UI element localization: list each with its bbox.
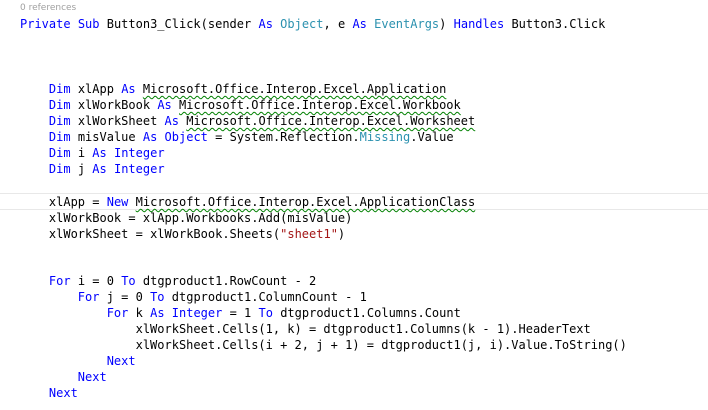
code-editor[interactable]: 0 references Private Sub Button3_Click(s… [0, 0, 708, 410]
loop-init-j: j = 0 [106, 290, 143, 304]
code-line-header-text[interactable]: xlWorkSheet.Cells(1, k) = dtgproduct1.Co… [20, 321, 591, 337]
keyword-dim: Dim [48, 98, 71, 112]
keyword-sub: Sub [77, 17, 100, 31]
type-missing: Missing [359, 130, 411, 144]
type-integer: Integer [113, 146, 165, 160]
workbooks-add-expr: = xlApp.Workbooks.Add(misValue) [128, 211, 353, 225]
code-line-sub-declaration[interactable]: Private Sub Button3_Click(sender As Obje… [20, 16, 605, 32]
keyword-next: Next [106, 354, 136, 368]
header-assign-expr: xlWorkSheet.Cells(1, k) = dtgproduct1.Co… [135, 322, 591, 336]
type-object-keyword: Object [164, 130, 208, 144]
keyword-for: For [77, 290, 100, 304]
keyword-for: For [106, 306, 129, 320]
var-i: i [77, 146, 86, 160]
keyword-dim: Dim [48, 82, 71, 96]
code-line-next-k[interactable]: Next [20, 353, 136, 369]
codelens-references[interactable]: 0 references [20, 3, 76, 13]
close-paren: ) [439, 17, 447, 31]
var-xlapp: xlApp [48, 195, 86, 209]
value-assign-expr: xlWorkSheet.Cells(i + 2, j + 1) = dtgpro… [135, 338, 627, 352]
system-reflection: = System.Reflection. [215, 130, 360, 144]
keyword-next: Next [48, 386, 78, 400]
dot-value: .Value [410, 130, 454, 144]
keyword-as: As [258, 17, 273, 31]
keyword-for: For [48, 274, 71, 288]
keyword-as: As [142, 130, 158, 144]
var-xlworksheet: xlWorkSheet [77, 114, 158, 128]
keyword-to: To [150, 290, 165, 304]
code-line-for-i[interactable]: For i = 0 To dtgproduct1.RowCount - 2 [20, 273, 316, 289]
equals: = [92, 195, 100, 209]
keyword-as: As [92, 162, 107, 176]
var-misvalue: misValue [77, 130, 136, 144]
type-excel-applicationclass: Microsoft.Office.Interop.Excel.Applicati… [135, 195, 476, 209]
type-excel-application: Microsoft.Office.Interop.Excel.Applicati… [142, 82, 447, 96]
param-e: , e [323, 17, 346, 31]
code-line-for-j[interactable]: For j = 0 To dtgproduct1.ColumnCount - 1 [20, 289, 367, 305]
keyword-to: To [121, 274, 136, 288]
code-line-current-xlapp-new[interactable]: xlApp = New Microsoft.Office.Interop.Exc… [0, 193, 708, 210]
keyword-new: New [106, 195, 129, 209]
code-line-dim-misvalue[interactable]: Dim misValue As Object = System.Reflecti… [20, 129, 454, 145]
var-xlapp: xlApp [77, 82, 114, 96]
var-xlworksheet: xlWorkSheet [48, 227, 129, 241]
loop-init-k: = 1 [229, 306, 252, 320]
type-object: Object [280, 17, 324, 31]
close-paren: ) [337, 227, 346, 241]
type-eventargs: EventArgs [374, 17, 440, 31]
type-integer: Integer [113, 162, 165, 176]
keyword-as: As [157, 98, 172, 112]
method-signature: Button3_Click(sender [106, 17, 252, 31]
keyword-as: As [150, 306, 165, 320]
keyword-dim: Dim [48, 162, 71, 176]
keyword-as: As [164, 114, 179, 128]
keyword-dim: Dim [48, 146, 71, 160]
keyword-next: Next [77, 370, 107, 384]
type-integer: Integer [171, 306, 223, 320]
loop-init-i: i = 0 [77, 274, 114, 288]
code-line-for-k[interactable]: For k As Integer = 1 To dtgproduct1.Colu… [20, 305, 461, 321]
code-line-dim-j[interactable]: Dim j As Integer [20, 161, 165, 177]
code-line-dim-xlworkbook[interactable]: Dim xlWorkBook As Microsoft.Office.Inter… [20, 97, 461, 113]
code-line-sheets[interactable]: xlWorkSheet = xlWorkBook.Sheets("sheet1"… [20, 226, 345, 242]
var-j: j [77, 162, 86, 176]
rowcount-expr: dtgproduct1.RowCount - 2 [142, 274, 317, 288]
keyword-as: As [92, 146, 107, 160]
type-excel-workbook: Microsoft.Office.Interop.Excel.Workbook [179, 98, 461, 112]
code-line-next-i[interactable]: Next [20, 385, 78, 401]
code-line-next-j[interactable]: Next [20, 369, 107, 385]
columncount-expr: dtgproduct1.ColumnCount - 1 [171, 290, 367, 304]
event-reference: Button3.Click [511, 17, 606, 31]
code-line-cell-value[interactable]: xlWorkSheet.Cells(i + 2, j + 1) = dtgpro… [20, 337, 627, 353]
code-line-dim-xlworksheet[interactable]: Dim xlWorkSheet As Microsoft.Office.Inte… [20, 113, 475, 129]
type-excel-worksheet: Microsoft.Office.Interop.Excel.Worksheet [186, 114, 476, 128]
columns-count-expr: dtgproduct1.Columns.Count [280, 306, 461, 320]
keyword-dim: Dim [48, 114, 71, 128]
code-line-dim-xlapp[interactable]: Dim xlApp As Microsoft.Office.Interop.Ex… [20, 81, 446, 97]
keyword-dim: Dim [48, 130, 71, 144]
sheets-expr: = xlWorkBook.Sheets( [135, 227, 281, 241]
keyword-as: As [352, 17, 367, 31]
code-line-workbooks-add[interactable]: xlWorkBook = xlApp.Workbooks.Add(misValu… [20, 210, 352, 226]
keyword-to: To [258, 306, 273, 320]
string-sheet1: "sheet1" [280, 227, 338, 241]
keyword-handles: Handles [453, 17, 505, 31]
var-xlworkbook: xlWorkBook [77, 98, 151, 112]
keyword-as: As [121, 82, 136, 96]
var-xlworkbook: xlWorkBook [48, 211, 122, 225]
keyword-private: Private [20, 17, 71, 31]
code-line-dim-i[interactable]: Dim i As Integer [20, 145, 165, 161]
loop-var-k: k [135, 306, 143, 320]
